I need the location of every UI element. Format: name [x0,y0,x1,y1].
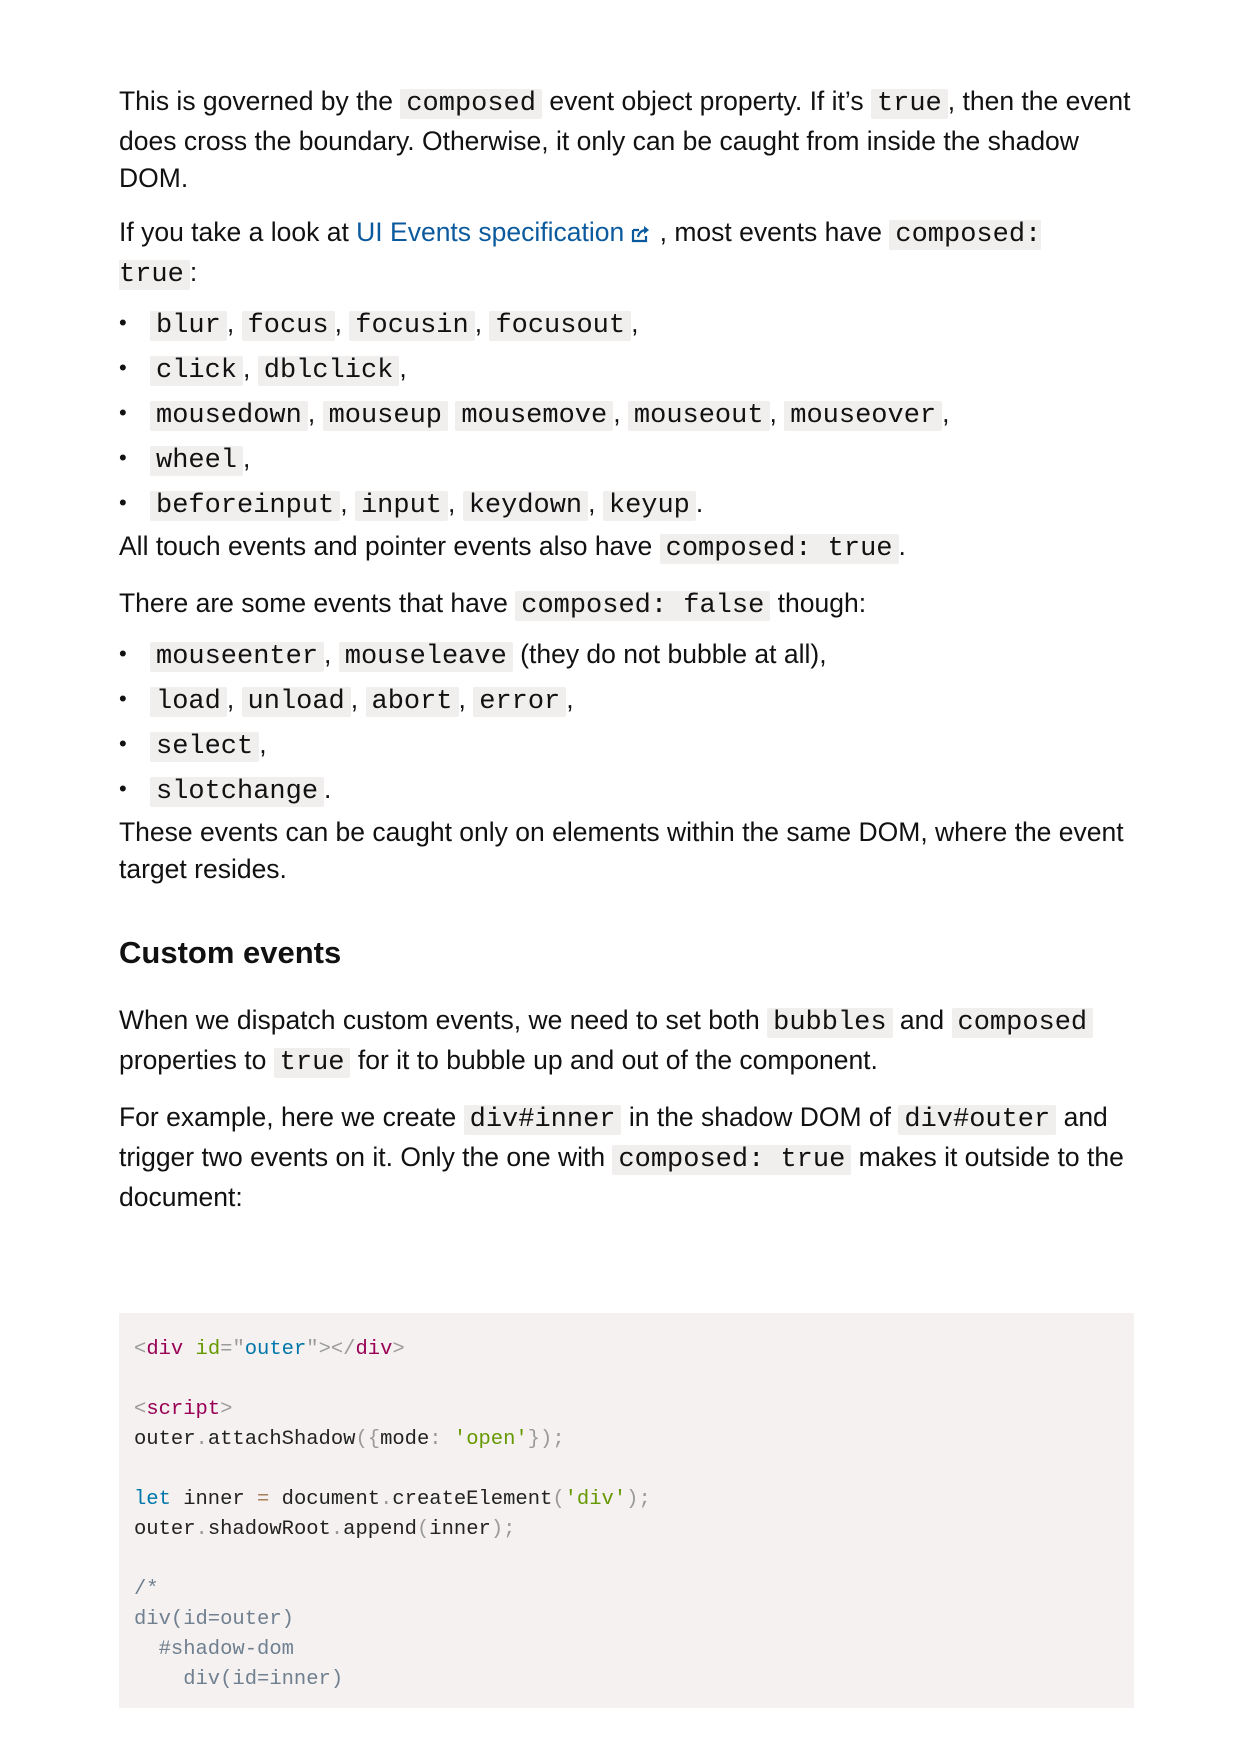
list-item: • click, dblclick, [119,348,1134,388]
event-name-code: keyup [602,491,696,521]
event-name-code: load [150,687,227,717]
inline-code: composed: true [659,534,899,564]
code-line: div(id=outer) [134,1608,294,1631]
event-name-code: mouseover [784,401,943,431]
paragraph-same-dom: These events can be caught only on eleme… [119,817,1124,884]
event-name-code: wheel [150,446,244,476]
list-item: • blur, focus, focusin, focusout, [119,303,1134,343]
paragraph-custom-events: When we dispatch custom events, we need … [119,1002,1134,1082]
event-name-code: mousemove [455,401,614,431]
event-name-code: blur [150,311,227,341]
list-item: • slotchange. [119,769,1134,809]
event-name-code: abort [365,687,459,717]
composed-false-events-list: • mouseenter, mouseleave (they do not bub… [119,634,1134,809]
text: and [892,1005,952,1035]
code-example-block[interactable]: <div id="outer"></div> <script> outer.att… [119,1313,1134,1708]
event-name-code: select [150,732,260,762]
event-name-code: mouseleave [338,642,513,672]
inline-code: true [870,89,948,119]
bullet-icon: • [119,445,127,470]
event-name-code: mouseenter [150,642,325,672]
text: If you take a look at [119,217,357,247]
article-content: This is governed by the composed event o… [119,83,1134,1216]
list-item: • beforeinput, input, keydown, keyup. [119,483,1134,523]
event-name-code: beforeinput [150,491,341,521]
text: When we dispatch custom events, we need … [119,1005,768,1035]
event-name-code: keydown [462,491,589,521]
event-name-code: error [473,687,567,717]
link-label: UI Events specification [356,217,625,247]
inline-code: composed [951,1008,1094,1038]
code-line: <script> [134,1398,233,1421]
event-name-code: mouseout [627,401,770,431]
page: This is governed by the composed event o… [0,0,1240,1754]
external-link-icon [632,226,650,243]
code-line: let inner = document.createElement('div'… [134,1488,651,1511]
bullet-icon: • [119,641,127,666]
text: properties to [119,1045,274,1075]
event-name-code: mousedown [150,401,308,431]
text: For example, here we create [119,1102,464,1132]
text: There are some events that have [119,588,516,618]
ui-events-spec-link[interactable]: UI Events specification [356,217,652,247]
paragraph-composed-property: This is governed by the composed event o… [119,83,1134,197]
text: This is governed by the [119,86,401,116]
bullet-icon: • [119,731,127,756]
list-item: • mouseenter, mouseleave (they do not bub… [119,634,1134,674]
text: . [898,531,906,561]
event-name-code: input [354,491,448,521]
code-line: div(id=inner) [134,1668,344,1691]
inline-code: bubbles [767,1008,893,1038]
event-name-code: mouseup [322,401,448,431]
event-name-code: focusin [349,311,475,341]
code-line: <div id="outer"></div> [134,1338,405,1361]
text: for it to bubble up and out of the compo… [350,1045,878,1075]
event-name-code: unload [241,687,351,717]
bullet-icon: • [119,400,127,425]
inline-code: composed: true [612,1145,852,1175]
text: : [189,257,198,287]
inline-code: div#inner [463,1105,622,1135]
inline-code: composed [400,89,542,119]
event-name-code: slotchange [150,777,325,807]
bullet-icon: • [119,686,127,711]
code-line: /* [134,1578,159,1601]
text: though: [770,588,867,618]
bullet-icon: • [119,776,127,801]
list-item: • load, unload, abort, error, [119,679,1134,719]
event-name-code: dblclick [257,356,400,386]
text: , most events have [652,217,890,247]
bullet-icon: • [119,355,127,380]
list-item: • mousedown, mouseup mousemove, mouseout,… [119,393,1134,433]
paragraph-composed-false: There are some events that have composed… [119,585,1134,625]
code-line: outer.attachShadow({mode: 'open'}); [134,1428,565,1451]
section-heading-custom-events: Custom events [119,935,342,970]
event-name-code: focusout [489,311,632,341]
inline-code: composed: false [515,591,771,621]
bullet-icon: • [119,490,127,515]
event-name-code: focus [241,311,335,341]
inline-code: true [273,1048,351,1078]
list-item: • select, [119,724,1134,764]
composed-true-events-list: • blur, focus, focusin, focusout, • click, … [119,303,1134,523]
paragraph-ui-events: If you take a look at UI Events specific… [119,214,1134,294]
text: event object property. If it’s [541,86,871,116]
code-line: #shadow-dom [134,1638,294,1661]
paragraph-touch-pointer: All touch events and pointer events also… [119,528,1134,568]
bullet-icon: • [119,310,127,335]
list-item: • wheel, [119,438,1134,478]
event-name-code: click [150,356,244,386]
text: in the shadow DOM of [621,1102,899,1132]
paragraph-example: For example, here we create div#inner in… [119,1099,1134,1216]
code-line: outer.shadowRoot.append(inner); [134,1518,516,1541]
inline-code: div#outer [898,1105,1057,1135]
text: All touch events and pointer events also… [119,531,660,561]
